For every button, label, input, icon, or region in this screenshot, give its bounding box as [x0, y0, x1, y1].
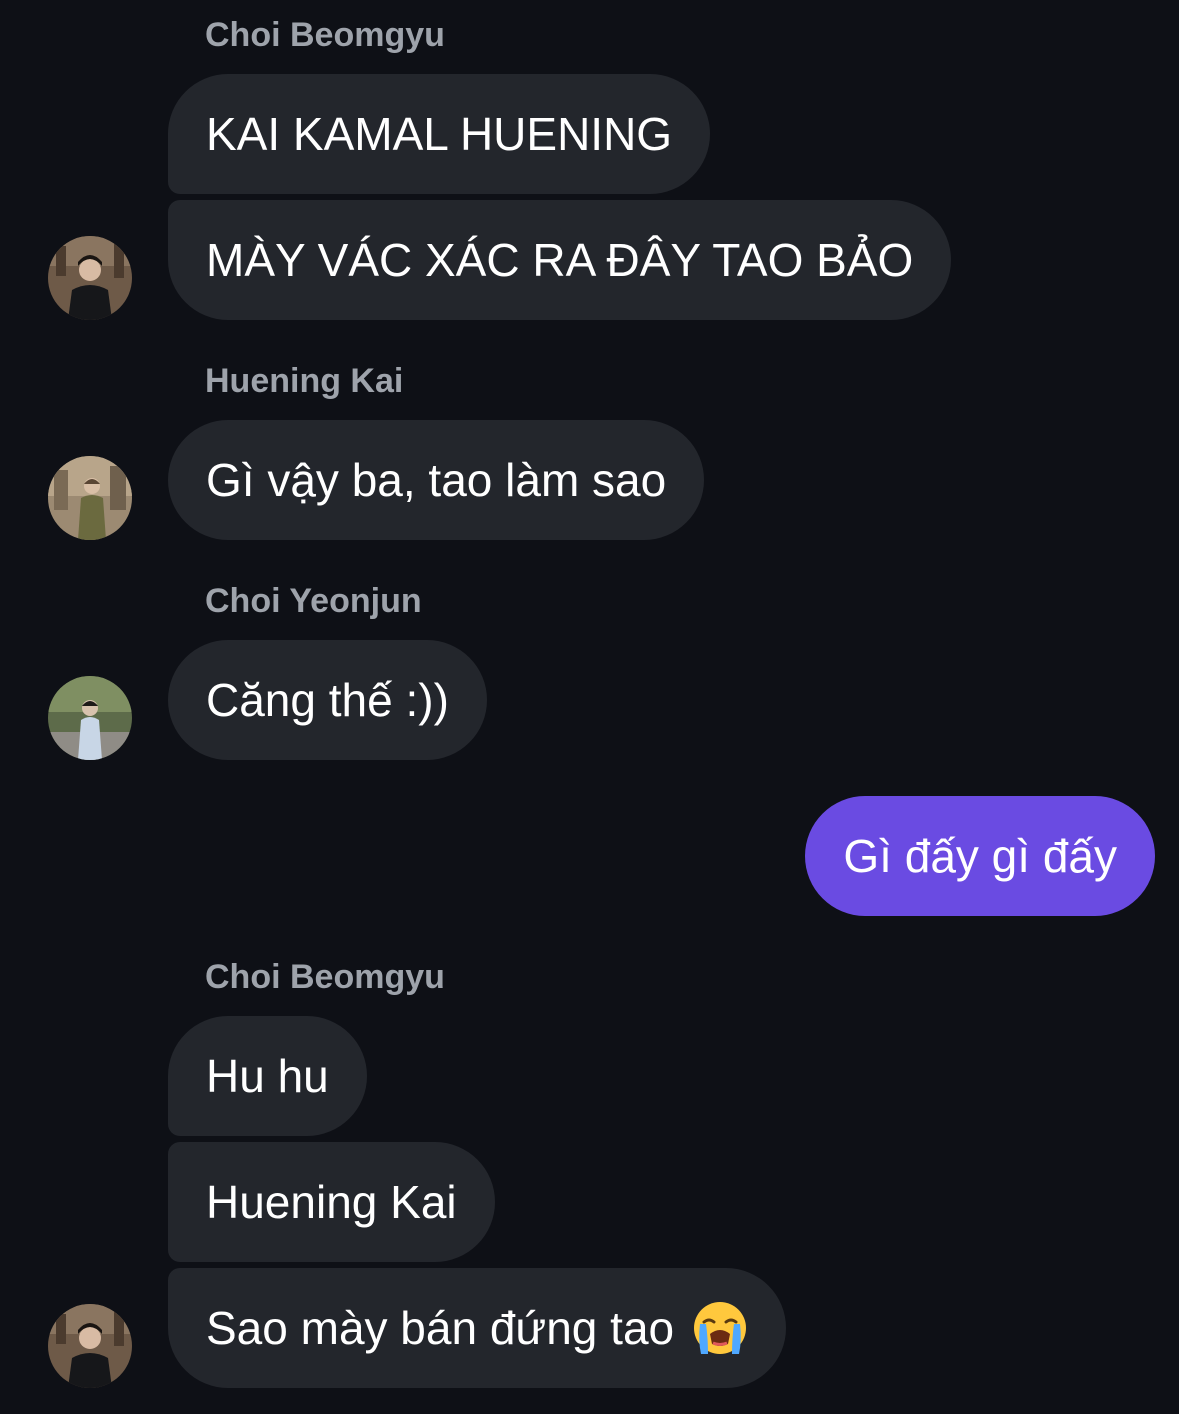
avatar[interactable] — [48, 236, 132, 320]
avatar[interactable] — [48, 456, 132, 540]
avatar[interactable] — [48, 1304, 132, 1388]
message-bubble[interactable]: Huening Kai — [168, 1142, 495, 1262]
outgoing-message-bubble[interactable]: Gì đấy gì đấy — [805, 796, 1155, 916]
yeonjun-avatar-icon — [48, 676, 132, 760]
beomgyu-avatar-icon — [48, 236, 132, 320]
message-bubble[interactable]: Gì vậy ba, tao làm sao — [168, 420, 705, 540]
message-bubble[interactable]: MÀY VÁC XÁC RA ĐÂY TAO BẢO — [168, 200, 952, 320]
message-text: Sao mày bán đứng tao — [206, 1302, 675, 1354]
message-bubble[interactable]: Căng thế :)) — [168, 640, 487, 760]
message-bubble[interactable]: Hu hu — [168, 1016, 367, 1136]
message-bubble[interactable]: Sao mày bán đứng tao — [168, 1268, 787, 1388]
sender-name: Huening Kai — [205, 362, 404, 400]
sender-name: Choi Beomgyu — [205, 958, 445, 996]
message-bubble[interactable]: KAI KAMAL HUENING — [168, 74, 711, 194]
avatar[interactable] — [48, 676, 132, 760]
chat-thread[interactable]: Choi Beomgyu KAI KAMAL HUENING MÀY VÁC X… — [0, 0, 1179, 1414]
sender-name: Choi Beomgyu — [205, 16, 445, 54]
sender-name: Choi Yeonjun — [205, 582, 422, 620]
hueningkai-avatar-icon — [48, 456, 132, 540]
loudly-crying-face-icon — [692, 1300, 748, 1356]
beomgyu-avatar-icon — [48, 1304, 132, 1388]
